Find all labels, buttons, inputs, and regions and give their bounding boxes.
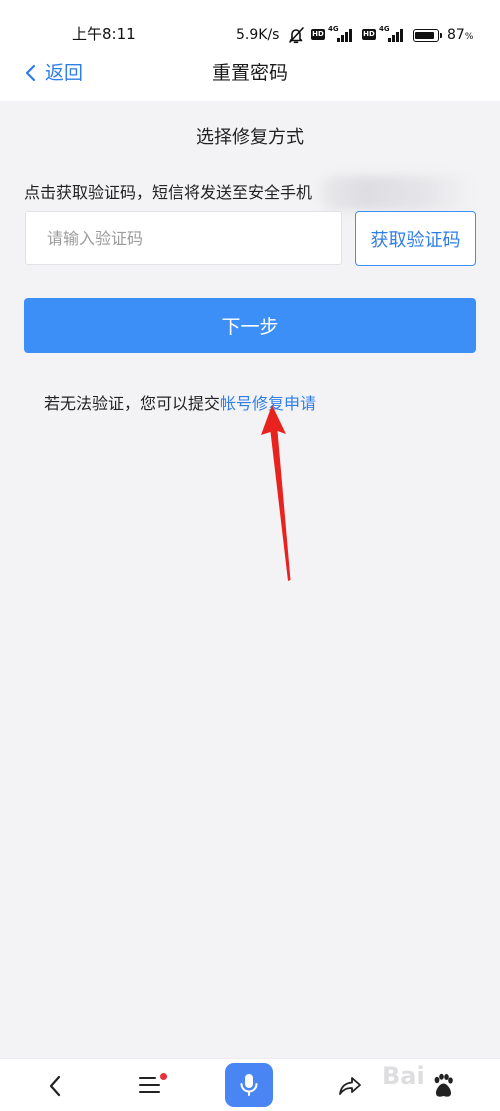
nav-header: 返回 重置密码 bbox=[0, 45, 500, 101]
signal-icon: 4G bbox=[379, 25, 405, 43]
next-step-button[interactable]: 下一步 bbox=[24, 298, 476, 353]
signal-icon: 4G bbox=[328, 25, 354, 43]
share-icon[interactable] bbox=[337, 1074, 363, 1098]
red-arrow-icon bbox=[261, 405, 291, 581]
battery-percent-unit: % bbox=[464, 32, 474, 42]
bottom-nav-bar: Bai bbox=[0, 1058, 500, 1111]
verification-code-input[interactable] bbox=[25, 211, 342, 265]
baidu-paw-icon[interactable] bbox=[432, 1073, 454, 1099]
battery-percent: 87% bbox=[447, 26, 473, 46]
masked-phone-number bbox=[322, 176, 472, 210]
status-bar: 上午8:11 5.9K/s HD 4G HD 4G 87% bbox=[0, 0, 500, 45]
battery-icon bbox=[413, 29, 442, 42]
network-speed: 5.9K/s bbox=[236, 27, 280, 43]
voice-search-button[interactable] bbox=[225, 1063, 273, 1107]
sms-hint-text: 点击获取验证码，短信将发送至安全手机 bbox=[24, 183, 313, 202]
page-title: 重置密码 bbox=[211, 62, 288, 84]
mute-icon bbox=[289, 27, 304, 44]
section-title: 选择修复方式 bbox=[196, 127, 304, 148]
battery-level-fill bbox=[415, 32, 434, 39]
fallback-text: 若无法验证，您可以提交 bbox=[44, 394, 221, 413]
watermark: Bai bbox=[382, 1062, 425, 1090]
notification-dot bbox=[160, 1073, 167, 1080]
menu-icon[interactable] bbox=[138, 1074, 162, 1096]
hd-icon: HD bbox=[311, 29, 325, 40]
get-code-button[interactable]: 获取验证码 bbox=[355, 211, 476, 266]
back-icon[interactable] bbox=[46, 1074, 64, 1098]
microphone-icon bbox=[240, 1074, 258, 1096]
status-time: 上午8:11 bbox=[72, 25, 136, 43]
hd-icon: HD bbox=[362, 29, 376, 40]
battery-percent-value: 87 bbox=[447, 27, 465, 43]
